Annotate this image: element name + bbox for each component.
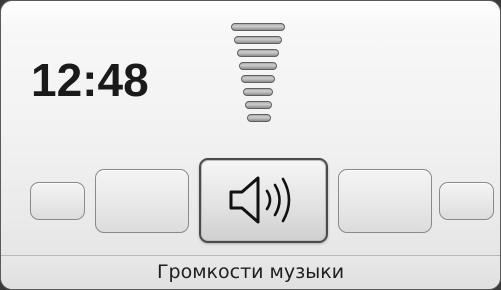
selected-item-label: Громкости музыки xyxy=(156,261,345,283)
carousel-item-far-left[interactable] xyxy=(30,182,85,220)
carousel-item-left[interactable] xyxy=(95,169,189,233)
volume-bar xyxy=(243,88,273,96)
volume-bar xyxy=(239,62,277,70)
footer-bar: Громкости музыки xyxy=(1,255,500,289)
carousel-item-far-right[interactable] xyxy=(439,182,494,220)
volume-screen: 12:48 Громкости музыки xyxy=(0,0,501,290)
volume-bar xyxy=(241,75,275,83)
carousel-item-volume[interactable] xyxy=(199,158,328,243)
volume-bar xyxy=(237,49,279,57)
volume-bar xyxy=(247,114,271,122)
speaker-volume-icon xyxy=(229,176,291,224)
volume-level-indicator xyxy=(228,23,288,135)
carousel-item-right[interactable] xyxy=(338,169,432,233)
volume-bar xyxy=(245,101,272,109)
volume-bar xyxy=(231,23,285,31)
clock: 12:48 xyxy=(31,54,149,106)
volume-bar xyxy=(234,36,282,44)
